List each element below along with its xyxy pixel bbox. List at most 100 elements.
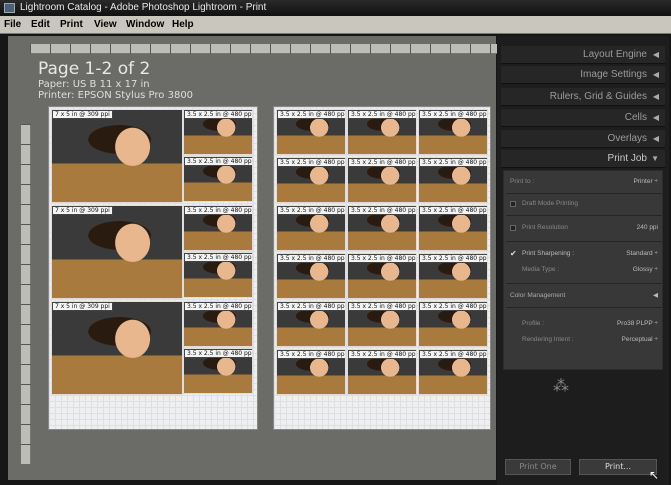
photo-cell[interactable]: 3.5 x 2.5 in @ 480 ppi + (347, 253, 417, 299)
ruler-tick (50, 44, 51, 54)
photo-cell[interactable]: 3.5 x 2.5 in @ 480 ppi + (418, 109, 488, 155)
ruler-tick (21, 284, 31, 285)
draft-mode-row[interactable]: Draft Mode Printing (510, 195, 658, 213)
ruler-tick (21, 344, 31, 345)
horizontal-ruler (30, 44, 506, 54)
photo-cell[interactable]: 3.5 x 2.5 in @ 480 ppi + (276, 253, 346, 299)
ruler-tick (270, 44, 271, 54)
photo-cell[interactable]: 7 x 5 in @ 309 ppi (51, 205, 183, 299)
photo-cell[interactable]: 3.5 x 2.5 in @ 480 ppi + (183, 109, 253, 155)
ruler-tick (70, 44, 71, 54)
panel-overlays[interactable]: Overlays ◀ (501, 130, 665, 148)
ruler-tick (21, 264, 31, 265)
rendering-intent-row[interactable]: Rendering Intent : Perceptual ÷ (510, 331, 658, 349)
panel-image-settings[interactable]: Image Settings ◀ (501, 66, 665, 84)
photo-cell[interactable]: 3.5 x 2.5 in @ 480 ppi + (276, 301, 346, 347)
ruler-tick (470, 44, 471, 54)
photo-cell[interactable]: 3.5 x 2.5 in @ 480 ppi + (183, 156, 253, 202)
cell-size-label: 3.5 x 2.5 in @ 480 ppi + (419, 254, 487, 263)
cell-size-label: 7 x 5 in @ 309 ppi (52, 110, 113, 119)
menu-file[interactable]: File (4, 19, 21, 30)
photo-cell[interactable]: 3.5 x 2.5 in @ 480 ppi + (347, 157, 417, 203)
ruler-tick (310, 44, 311, 54)
cell-size-label: 3.5 x 2.5 in @ 480 ppi + (277, 254, 345, 263)
print-preview-canvas: Page 1-2 of 2 Paper: US B 11 x 17 in Pri… (8, 36, 506, 480)
photo-cell[interactable]: 3.5 x 2.5 in @ 480 ppi + (276, 109, 346, 155)
cell-size-label: 3.5 x 2.5 in @ 480 ppi + (184, 302, 252, 311)
rendering-intent-select[interactable]: Perceptual ÷ (622, 331, 658, 349)
color-management-row[interactable]: Color Management ◀ (510, 287, 658, 305)
print-page-1[interactable]: 7 x 5 in @ 309 ppi 3.5 x 2.5 in @ 480 ppi… (48, 106, 258, 430)
ruler-tick (250, 44, 251, 54)
media-type-select[interactable]: Glossy ÷ (633, 261, 658, 279)
menu-help[interactable]: Help (172, 19, 194, 30)
ruler-tick (21, 384, 31, 385)
page-info: Page 1-2 of 2 Paper: US B 11 x 17 in Pri… (38, 59, 193, 101)
menu-view[interactable]: View (94, 19, 117, 30)
resolution-value[interactable]: 240 (637, 224, 648, 231)
photo-cell[interactable]: 3.5 x 2.5 in @ 480 ppi + (418, 205, 488, 251)
photo-cell[interactable]: 3.5 x 2.5 in @ 480 ppi + (347, 205, 417, 251)
panel-cells[interactable]: Cells ◀ (501, 109, 665, 127)
ruler-tick (21, 324, 31, 325)
lightroom-window: Lightroom Catalog - Adobe Photoshop Ligh… (0, 0, 671, 485)
cell-size-label: 3.5 x 2.5 in @ 480 ppi + (348, 206, 416, 215)
ruler-tick (430, 44, 431, 54)
photo-cell[interactable]: 3.5 x 2.5 in @ 480 ppi + (276, 205, 346, 251)
photo-cell[interactable]: 3.5 x 2.5 in @ 480 ppi + (418, 253, 488, 299)
ruler-tick (190, 44, 191, 54)
cell-size-label: 3.5 x 2.5 in @ 480 ppi + (348, 350, 416, 359)
cell-size-label: 3.5 x 2.5 in @ 480 ppi + (184, 349, 252, 358)
photo-cell[interactable]: 3.5 x 2.5 in @ 480 ppi + (418, 349, 488, 395)
print-job-settings: Print to : Printer ÷ Draft Mode Printing … (503, 170, 663, 370)
menu-window[interactable]: Window (126, 19, 164, 30)
photo-cell[interactable]: 3.5 x 2.5 in @ 480 ppi + (418, 301, 488, 347)
photo-cell[interactable]: 3.5 x 2.5 in @ 480 ppi + (347, 349, 417, 395)
menu-print[interactable]: Print (60, 19, 83, 30)
photo-cell[interactable]: 3.5 x 2.5 in @ 480 ppi + (183, 252, 253, 298)
ruler-tick (21, 424, 31, 425)
menu-edit[interactable]: Edit (31, 19, 50, 30)
ruler-tick (450, 44, 451, 54)
ruler-tick (21, 244, 31, 245)
cell-size-label: 3.5 x 2.5 in @ 480 ppi + (277, 302, 345, 311)
photo-cell[interactable]: 3.5 x 2.5 in @ 480 ppi + (276, 157, 346, 203)
ruler-tick (490, 44, 491, 54)
panel-rulers-grid-guides[interactable]: Rulers, Grid & Guides ◀ (501, 88, 665, 106)
photo-cell[interactable]: 7 x 5 in @ 309 ppi (51, 109, 183, 203)
cell-size-label: 3.5 x 2.5 in @ 480 ppi + (277, 110, 345, 119)
vertical-ruler (21, 124, 31, 464)
ruler-tick (21, 444, 31, 445)
print-button[interactable]: Print... (579, 459, 657, 475)
cell-size-label: 3.5 x 2.5 in @ 480 ppi + (184, 110, 252, 119)
mouse-cursor-icon: ↖ (649, 468, 660, 482)
cell-size-label: 3.5 x 2.5 in @ 480 ppi + (277, 206, 345, 215)
ruler-tick (350, 44, 351, 54)
resolution-checkbox[interactable] (510, 225, 516, 231)
panel-layout-engine[interactable]: Layout Engine ◀ (501, 46, 665, 64)
ruler-tick (21, 304, 31, 305)
print-to-select[interactable]: Printer ÷ (633, 173, 658, 191)
photo-cell[interactable]: 3.5 x 2.5 in @ 480 ppi + (347, 301, 417, 347)
panel-end-ornament-icon: ⁂ (553, 376, 569, 395)
photo-cell[interactable]: 3.5 x 2.5 in @ 480 ppi + (183, 301, 253, 347)
photo-cell[interactable]: 3.5 x 2.5 in @ 480 ppi + (418, 157, 488, 203)
collapse-arrow-icon: ◀ (652, 50, 659, 59)
print-resolution-row[interactable]: Print Resolution 240 ppi (510, 219, 658, 237)
photo-cell[interactable]: 3.5 x 2.5 in @ 480 ppi + (183, 205, 253, 251)
photo-cell[interactable]: 3.5 x 2.5 in @ 480 ppi + (276, 349, 346, 395)
photo-cell[interactable]: 7 x 5 in @ 309 ppi (51, 301, 183, 395)
print-one-button[interactable]: Print One (505, 459, 571, 475)
cell-size-label: 7 x 5 in @ 309 ppi (52, 206, 113, 215)
collapse-arrow-icon: ◀ (652, 134, 659, 143)
cell-size-label: 3.5 x 2.5 in @ 480 ppi + (184, 157, 252, 166)
media-type-row[interactable]: Media Type : Glossy ÷ (510, 261, 658, 279)
menu-bar: File Edit Print View Window Help (0, 16, 671, 34)
draft-mode-checkbox[interactable] (510, 201, 516, 207)
print-to-row[interactable]: Print to : Printer ÷ (510, 173, 658, 191)
print-page-2[interactable]: 3.5 x 2.5 in @ 480 ppi +3.5 x 2.5 in @ 4… (273, 106, 491, 430)
ruler-tick (30, 44, 31, 54)
photo-cell[interactable]: 3.5 x 2.5 in @ 480 ppi + (183, 348, 253, 394)
panel-print-job[interactable]: Print Job ▼ (501, 150, 665, 168)
photo-cell[interactable]: 3.5 x 2.5 in @ 480 ppi + (347, 109, 417, 155)
